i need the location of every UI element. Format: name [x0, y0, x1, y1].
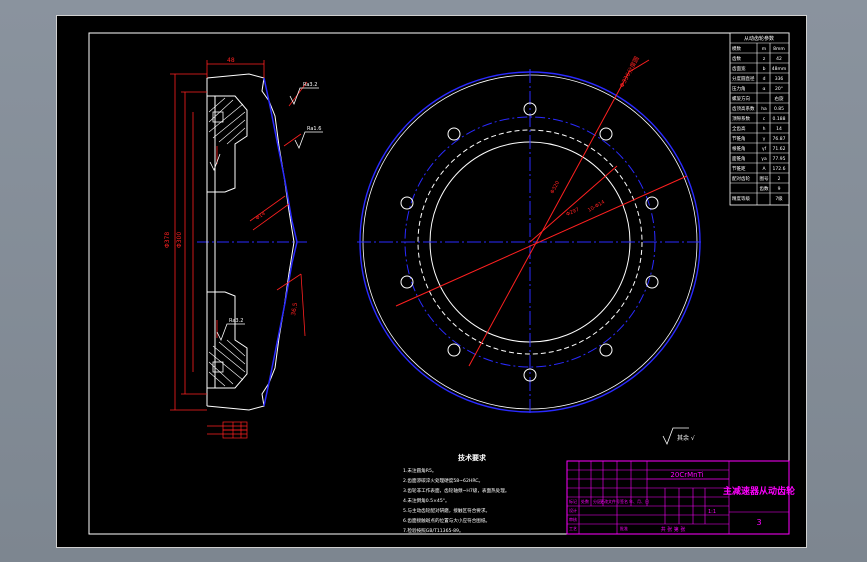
- param-symbol: γf: [762, 146, 767, 152]
- param-value: 0.85: [774, 106, 784, 112]
- param-name: 节锥角: [732, 135, 746, 142]
- param-value: 9: [778, 186, 781, 192]
- roughness-top: Ra3.2: [303, 82, 317, 88]
- param-name: 配对齿轮: [732, 175, 750, 182]
- param-value: 右旋: [775, 95, 784, 102]
- param-value: 7级: [775, 195, 783, 202]
- tech-req-item: 5.与主动齿轮配对研磨，接触区符合要求。: [403, 507, 490, 514]
- param-symbol: h: [763, 126, 766, 132]
- title-block-label: 签名: [620, 498, 628, 504]
- param-name: 根锥角: [732, 145, 746, 152]
- param-value: 172.6: [773, 166, 786, 172]
- part-name: 主减速器从动齿轮: [723, 485, 795, 497]
- tech-req-item: 7.检验按照GB/T11365-89。: [403, 527, 464, 534]
- param-value: 336: [775, 76, 784, 82]
- tech-req-item: 3.齿轮非工作表面，齿轮轴颈~H7级，表面热处理。: [403, 487, 510, 494]
- param-value: 48mm: [772, 66, 787, 72]
- param-name: 面锥角: [732, 155, 746, 162]
- param-name: 压力角: [732, 85, 746, 92]
- material-label: 20CrMnTi: [670, 471, 703, 479]
- param-value: 76.87: [773, 136, 786, 142]
- param-name: 顶隙系数: [732, 115, 750, 122]
- tech-requirements: 技术要求 1.未注圆角R5。 2.齿面渗碳淬火处理硬度58~62HRC。 3.齿轮非…: [403, 453, 510, 534]
- dim-width: 48: [227, 57, 235, 64]
- dim-bolt: Φ14: [255, 211, 267, 222]
- param-value: 2: [778, 176, 781, 182]
- hole-label: 10-Φ14: [587, 199, 606, 213]
- param-value: 8mm: [773, 46, 785, 52]
- title-block-label: 标记: [569, 498, 577, 504]
- param-name: 齿顶高系数: [732, 105, 755, 112]
- title-block-label: 批准: [620, 525, 628, 531]
- param-symbol: d: [763, 76, 766, 82]
- param-value: 14: [776, 126, 782, 132]
- param-value: 77.95: [773, 156, 786, 162]
- param-name: 精度等级: [732, 195, 750, 202]
- param-name: 分度圆直径: [732, 75, 755, 82]
- param-value: 71.62: [773, 146, 786, 152]
- param-name: 全齿高: [732, 125, 746, 132]
- cad-drawing: Φ378 Φ300 48 36.5 Φ14 Ra3.2 Ra1.6 Ra3.2: [88, 32, 795, 535]
- param-symbol: γa: [761, 157, 767, 162]
- sheet-number: 3: [756, 518, 761, 527]
- front-view: Φ336分度圆 Φ320 Φ297 10-Φ14: [357, 55, 703, 415]
- sheet-of: 共 张 第 张: [661, 526, 686, 533]
- param-symbol: ha: [761, 106, 767, 112]
- param-name: 螺旋方向: [732, 95, 750, 102]
- param-name: 模数: [732, 45, 741, 52]
- dim-inner-diameter: Φ300: [176, 232, 183, 248]
- param-value: 20°: [775, 86, 783, 92]
- tech-req-item: 4.未注倒角0.5×45°。: [403, 497, 450, 504]
- tech-req-item: 2.齿面渗碳淬火处理硬度58~62HRC。: [403, 477, 483, 484]
- title-block: 20CrMnTi 主减速器从动齿轮 3 1:1 共 张 第 张 标记 处数 分区 更改…: [566, 460, 795, 535]
- param-symbol: 图号: [760, 176, 769, 182]
- title-block-label: 工艺: [569, 526, 577, 531]
- param-symbol: 齿数: [760, 185, 769, 192]
- drawing-sheet: Φ378 Φ300 48 36.5 Φ14 Ra3.2 Ra1.6 Ra3.2: [56, 15, 807, 548]
- param-table-header: 从动齿轮参数: [744, 35, 774, 42]
- circle-label-pitch: Φ336分度圆: [618, 55, 641, 89]
- title-block-label: 设计: [569, 507, 577, 513]
- surface-finish-note: 其余 √: [677, 434, 695, 442]
- param-symbol: α: [763, 87, 766, 92]
- param-symbol: γ: [763, 137, 766, 142]
- param-symbol: b: [763, 66, 766, 72]
- param-name: 齿数: [732, 55, 741, 62]
- title-block-label: 更改文件号: [600, 498, 620, 504]
- roughness-mid: Ra1.6: [307, 126, 321, 132]
- param-value: 42: [776, 56, 782, 62]
- param-value: 0.188: [773, 116, 786, 122]
- title-block-label: 处数: [581, 498, 589, 504]
- param-symbol: m: [762, 47, 766, 52]
- roughness-bottom: Ra3.2: [229, 318, 243, 324]
- title-block-label: 年、月、日: [629, 498, 649, 504]
- title-block-label: 审核: [569, 516, 577, 522]
- cross-section-view: Φ378 Φ300 48 36.5 Φ14 Ra3.2 Ra1.6 Ra3.2: [164, 57, 689, 445]
- dim-total-diameter: Φ378: [164, 232, 171, 248]
- scale-label: 1:1: [708, 509, 716, 515]
- circle-label-2: Φ320: [549, 180, 561, 195]
- dim-slant: 36.5: [290, 302, 299, 317]
- parameter-table: 从动齿轮参数 模数 m 8mm齿数 z 42齿面宽 b 48mm分度圆直径 d 336压力角 α 2…: [729, 32, 790, 206]
- param-name: 齿面宽: [732, 65, 746, 72]
- tech-req-title: 技术要求: [458, 453, 487, 462]
- param-name: 节锥距: [732, 165, 746, 172]
- tech-req-item: 6.齿面接触斑点的位置与大小应符合图纸。: [403, 517, 490, 524]
- tech-req-item: 1.未注圆角R5。: [403, 467, 436, 474]
